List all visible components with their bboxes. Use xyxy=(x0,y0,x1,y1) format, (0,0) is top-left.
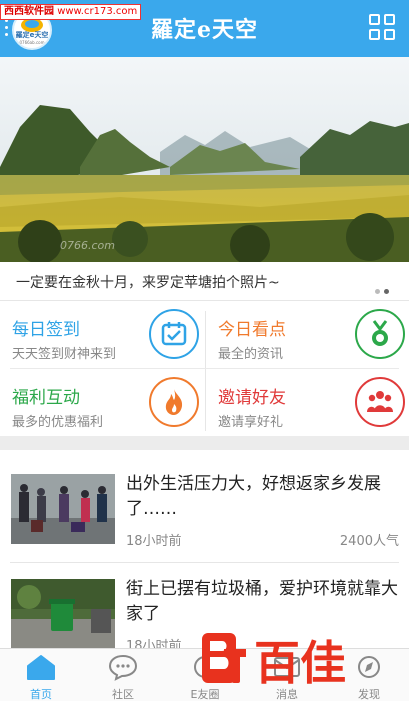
news-thumbnail xyxy=(11,579,115,648)
tab-label: 消息 xyxy=(276,688,298,701)
tab-discover[interactable]: 发现 xyxy=(328,649,409,701)
feature-title: 今日看点 xyxy=(218,320,286,340)
tab-label: 首页 xyxy=(30,688,52,701)
news-item[interactable]: 出外生活压力大，好想返家乡发展了…… 18小时前 2400人气 xyxy=(0,450,409,562)
feature-title: 每日签到 xyxy=(12,320,80,340)
news-views: 2400人气 xyxy=(339,534,399,549)
grid-menu-icon[interactable] xyxy=(369,14,397,42)
tab-label: E友圈 xyxy=(190,688,220,701)
app-screen: 羅定e天空 0766ab.com 羅定e天空 西西软件园 www.cr173.c… xyxy=(0,0,409,701)
feature-subtitle: 最多的优惠福利 xyxy=(12,415,104,430)
site-watermark: 西西软件园 www.cr173.com xyxy=(0,4,142,20)
feature-subtitle: 邀请享好礼 xyxy=(218,415,284,430)
banner-caption: 一定要在金秋十月，来罗定苹塘拍个照片~ xyxy=(16,275,280,291)
news-thumbnail xyxy=(11,474,115,544)
news-title: 街上已摆有垃圾桶，爱护环境就靠大家了 xyxy=(126,579,398,624)
feature-title: 福利互动 xyxy=(12,388,80,408)
pager-dot[interactable] xyxy=(375,289,380,294)
medal-icon xyxy=(355,309,405,359)
tab-label: 发现 xyxy=(358,688,380,701)
people-group-icon xyxy=(355,377,405,427)
news-time: 18小时前 xyxy=(126,534,182,549)
banner-image[interactable]: 0766.com xyxy=(0,57,409,262)
chat-bubble-icon xyxy=(108,654,138,681)
tab-label: 社区 xyxy=(112,688,134,701)
feature-subtitle: 最全的资讯 xyxy=(218,347,284,362)
flame-icon xyxy=(149,377,199,427)
news-item[interactable]: 街上已摆有垃圾桶，爱护环境就靠大家了 18小时前 xyxy=(0,563,409,648)
news-title: 出外生活压力大，好想返家乡发展了…… xyxy=(126,474,381,519)
calendar-check-icon xyxy=(149,309,199,359)
message-icon xyxy=(274,657,300,677)
banner-pager[interactable] xyxy=(371,279,389,298)
feature-welfare-interaction[interactable]: 福利互动 最多的优惠福利 xyxy=(12,369,207,431)
feature-daily-checkin[interactable]: 每日签到 天天签到财神来到 xyxy=(12,301,207,363)
feature-today-highlights[interactable]: 今日看点 最全的资讯 xyxy=(218,301,409,363)
svg-text:0766.com: 0766.com xyxy=(60,239,115,252)
pager-dot-active[interactable] xyxy=(384,289,389,294)
landscape-photo: 0766.com xyxy=(0,57,409,262)
feature-subtitle: 天天签到财神来到 xyxy=(12,347,117,362)
tab-friend-circle[interactable]: E友圈 xyxy=(164,649,246,701)
feature-grid: 每日签到 天天签到财神来到 今日看点 最全的资讯 福利互动 最多的优惠福利 邀请… xyxy=(0,300,409,436)
tab-messages[interactable]: 消息 xyxy=(246,649,328,701)
feature-invite-friends[interactable]: 邀请好友 邀请享好礼 xyxy=(218,369,409,431)
home-icon xyxy=(27,655,55,680)
feature-title: 邀请好友 xyxy=(218,388,286,408)
banner-caption-bar: 一定要在金秋十月，来罗定苹塘拍个照片~ xyxy=(0,262,409,300)
tab-community[interactable]: 社区 xyxy=(82,649,164,701)
news-list: 出外生活压力大，好想返家乡发展了…… 18小时前 2400人气 街上已摆有垃圾桶… xyxy=(0,450,409,648)
discover-icon xyxy=(358,656,380,678)
bottom-tab-bar: 首页 社区 E友圈 消息 发现 xyxy=(0,648,409,701)
news-time: 18小时前 xyxy=(126,639,182,648)
circle-icon xyxy=(194,656,216,678)
tab-home[interactable]: 首页 xyxy=(0,649,82,701)
